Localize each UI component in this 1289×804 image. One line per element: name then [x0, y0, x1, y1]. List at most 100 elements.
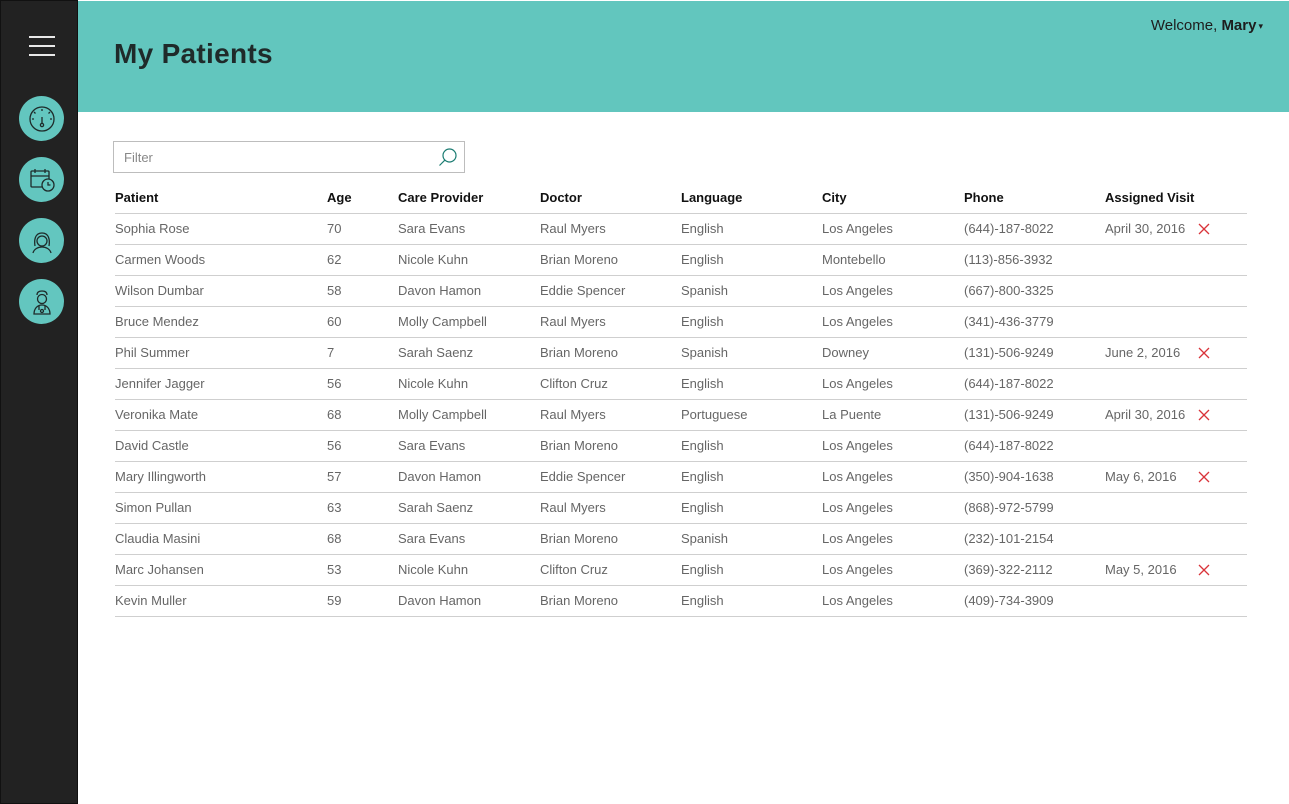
table-row[interactable]: Wilson Dumbar 58 Davon Hamon Eddie Spencer S…: [115, 275, 1247, 307]
city: Los Angeles: [822, 368, 964, 400]
care-provider: Nicole Kuhn: [398, 554, 540, 586]
search-icon[interactable]: [438, 147, 458, 167]
patient-name[interactable]: Veronika Mate: [115, 399, 327, 431]
table-row[interactable]: David Castle 56 Sara Evans Brian Moreno Engl…: [115, 430, 1247, 462]
patient-name[interactable]: Carmen Woods: [115, 244, 327, 276]
city: Los Angeles: [822, 430, 964, 462]
table-row[interactable]: Sophia Rose 70 Sara Evans Raul Myers English…: [115, 213, 1247, 245]
column-header-assigned-visit[interactable]: Assigned Visit: [1105, 182, 1247, 214]
table-row[interactable]: Bruce Mendez 60 Molly Campbell Raul Myers En…: [115, 306, 1247, 338]
care-provider: Davon Hamon: [398, 461, 540, 493]
doctor: Eddie Spencer: [540, 275, 681, 307]
table-row[interactable]: Kevin Muller 59 Davon Hamon Brian Moreno Eng…: [115, 585, 1247, 617]
patient-age: 56: [327, 368, 398, 400]
assigned-visit-cell: [1105, 585, 1247, 617]
assigned-visit-date: May 5, 2016: [1105, 562, 1177, 577]
patient-age: 70: [327, 213, 398, 245]
doctor: Raul Myers: [540, 306, 681, 338]
remove-visit-icon[interactable]: [1197, 346, 1211, 360]
remove-visit-icon[interactable]: [1197, 563, 1211, 577]
remove-visit-icon[interactable]: [1197, 408, 1211, 422]
patient-age: 56: [327, 430, 398, 462]
assigned-visit-cell: [1105, 523, 1247, 555]
table-row[interactable]: Marc Johansen 53 Nicole Kuhn Clifton Cruz En…: [115, 554, 1247, 586]
assigned-visit-cell: [1105, 275, 1247, 307]
patient-name[interactable]: Marc Johansen: [115, 554, 327, 586]
phone: (350)-904-1638: [964, 461, 1105, 493]
patient-age: 7: [327, 337, 398, 369]
table-row[interactable]: Carmen Woods 62 Nicole Kuhn Brian Moreno Eng…: [115, 244, 1247, 276]
care-provider: Sarah Saenz: [398, 337, 540, 369]
doctor: Clifton Cruz: [540, 554, 681, 586]
patient-name[interactable]: Sophia Rose: [115, 213, 327, 245]
city: Montebello: [822, 244, 964, 276]
page-title: My Patients: [114, 38, 273, 69]
table-row[interactable]: Mary Illingworth 57 Davon Hamon Eddie Spenc…: [115, 461, 1247, 493]
city: Los Angeles: [822, 275, 964, 307]
phone: (369)-322-2112: [964, 554, 1105, 586]
patient-age: 53: [327, 554, 398, 586]
column-header-language[interactable]: Language: [681, 182, 822, 214]
assigned-visit-cell: [1105, 244, 1247, 276]
page-header: My Patients Welcome, Mary ▾: [78, 1, 1289, 112]
column-header-patient[interactable]: Patient: [115, 182, 327, 214]
nav-calendar-button[interactable]: [19, 157, 64, 202]
language: English: [681, 585, 822, 617]
city: Los Angeles: [822, 306, 964, 338]
city: Downey: [822, 337, 964, 369]
patient-age: 60: [327, 306, 398, 338]
table-row[interactable]: Phil Summer 7 Sarah Saenz Brian Moreno Spani…: [115, 337, 1247, 369]
language: Spanish: [681, 337, 822, 369]
patient-name[interactable]: Jennifer Jagger: [115, 368, 327, 400]
table-row[interactable]: Veronika Mate 68 Molly Campbell Raul Myers P…: [115, 399, 1247, 431]
patient-name[interactable]: Simon Pullan: [115, 492, 327, 524]
column-header-age[interactable]: Age: [327, 182, 398, 214]
column-header-doctor[interactable]: Doctor: [540, 182, 681, 214]
phone: (232)-101-2154: [964, 523, 1105, 555]
patient-name[interactable]: David Castle: [115, 430, 327, 462]
assigned-visit-cell: [1105, 492, 1247, 524]
doctor-icon: [32, 289, 51, 315]
column-header-phone[interactable]: Phone: [964, 182, 1105, 214]
column-header-care-provider[interactable]: Care Provider: [398, 182, 540, 214]
patient-age: 62: [327, 244, 398, 276]
language: Portuguese: [681, 399, 822, 431]
patient-name[interactable]: Mary Illingworth: [115, 461, 327, 493]
assigned-visit-date: April 30, 2016: [1105, 221, 1186, 236]
patient-name[interactable]: Kevin Muller: [115, 585, 327, 617]
patient-age: 68: [327, 523, 398, 555]
patient-name[interactable]: Claudia Masini: [115, 523, 327, 555]
table-row[interactable]: Simon Pullan 63 Sarah Saenz Raul Myers Engli…: [115, 492, 1247, 524]
nav-staff-button[interactable]: [19, 279, 64, 324]
phone: (644)-187-8022: [964, 213, 1105, 245]
nav-dashboard-button[interactable]: [19, 96, 64, 141]
column-header-city[interactable]: City: [822, 182, 964, 214]
table-row[interactable]: Jennifer Jagger 56 Nicole Kuhn Clifton Cruz…: [115, 368, 1247, 400]
patient-name[interactable]: Wilson Dumbar: [115, 275, 327, 307]
patient-age: 57: [327, 461, 398, 493]
remove-visit-icon[interactable]: [1197, 470, 1211, 484]
patient-name[interactable]: Phil Summer: [115, 337, 327, 369]
assigned-visit-cell: [1105, 430, 1247, 462]
care-provider: Sara Evans: [398, 523, 540, 555]
filter-input[interactable]: [114, 142, 424, 172]
remove-visit-icon[interactable]: [1197, 222, 1211, 236]
table-row[interactable]: Claudia Masini 68 Sara Evans Brian Moreno Sp…: [115, 523, 1247, 555]
patient-name[interactable]: Bruce Mendez: [115, 306, 327, 338]
doctor: Brian Moreno: [540, 523, 681, 555]
city: Los Angeles: [822, 492, 964, 524]
assigned-visit-date: June 2, 2016: [1105, 345, 1181, 360]
speedometer-icon: [28, 105, 55, 132]
care-provider: Molly Campbell: [398, 399, 540, 431]
care-provider: Davon Hamon: [398, 585, 540, 617]
doctor: Brian Moreno: [540, 337, 681, 369]
welcome-text: Welcome,: [1150, 17, 1222, 34]
care-provider: Davon Hamon: [398, 275, 540, 307]
language: Spanish: [681, 275, 822, 307]
doctor: Clifton Cruz: [540, 368, 681, 400]
nav-patients-button[interactable]: [19, 218, 64, 263]
hamburger-menu-icon[interactable]: [29, 36, 55, 56]
user-menu[interactable]: Welcome, Mary ▾: [1151, 17, 1263, 34]
language: Spanish: [681, 523, 822, 555]
phone: (868)-972-5799: [964, 492, 1105, 524]
